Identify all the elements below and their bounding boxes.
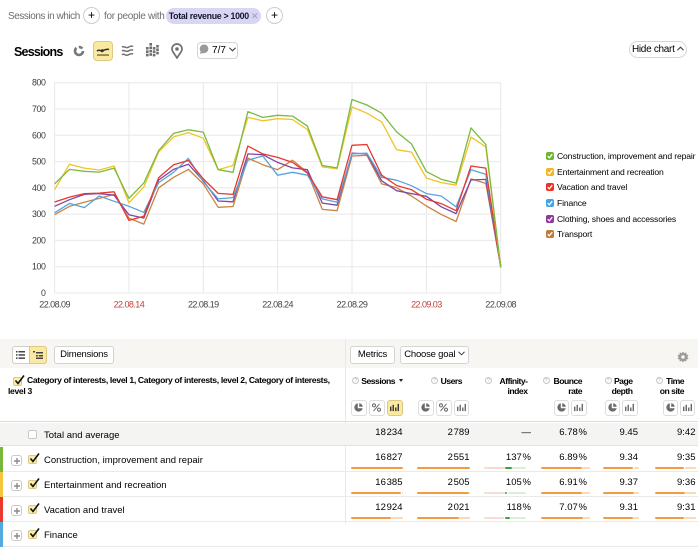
svg-text:22.08.14: 22.08.14	[114, 300, 145, 310]
svg-text:400: 400	[32, 183, 46, 193]
svg-text:200: 200	[32, 235, 46, 245]
svg-text:22.08.29: 22.08.29	[337, 300, 368, 310]
svg-text:500: 500	[32, 157, 46, 167]
svg-text:300: 300	[32, 209, 46, 219]
svg-text:22.08.24: 22.08.24	[262, 300, 293, 310]
svg-text:800: 800	[32, 78, 46, 88]
svg-text:0: 0	[41, 288, 46, 298]
svg-text:22.09.03: 22.09.03	[411, 300, 442, 310]
svg-text:22.08.09: 22.08.09	[39, 300, 70, 310]
svg-text:100: 100	[32, 262, 46, 272]
svg-text:600: 600	[32, 130, 46, 140]
svg-text:700: 700	[32, 104, 46, 114]
svg-text:22.08.19: 22.08.19	[188, 300, 219, 310]
svg-text:22.09.08: 22.09.08	[485, 300, 516, 310]
